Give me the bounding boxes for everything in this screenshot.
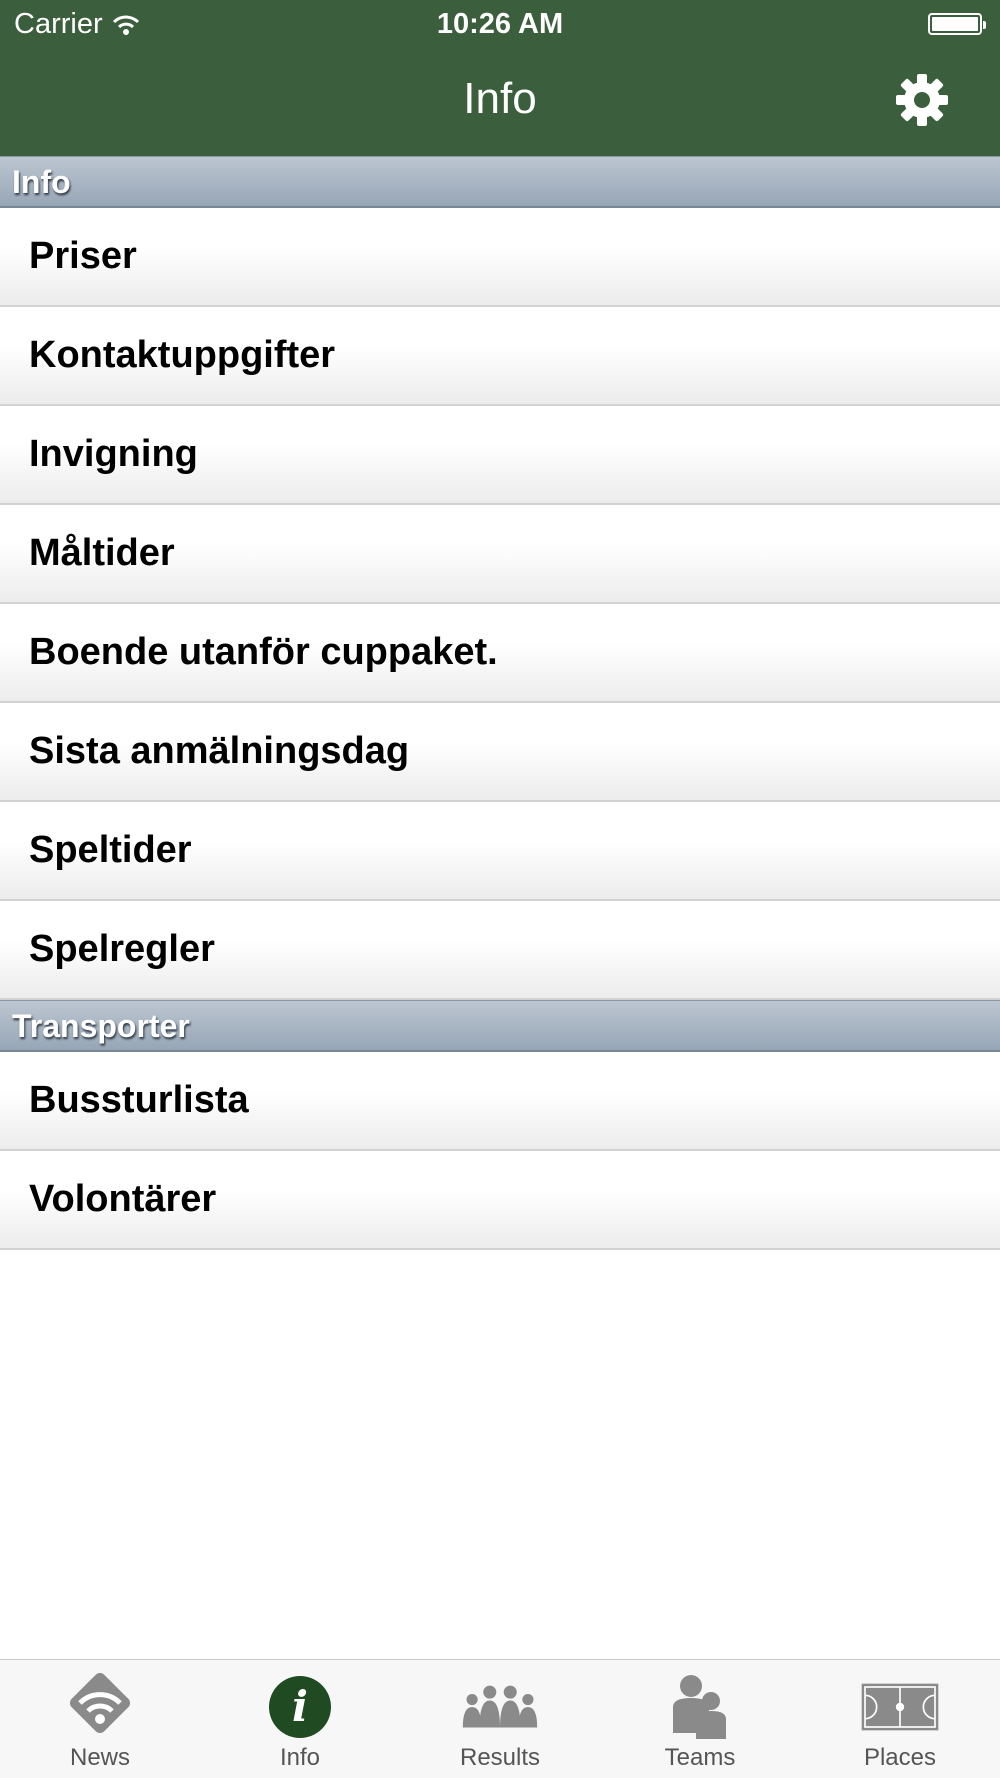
info-list: Info Priser Kontaktuppgifter Invigning M… [0, 156, 1000, 1250]
list-item-invigning[interactable]: Invigning [0, 406, 1000, 505]
list-item-spelregler[interactable]: Spelregler [0, 901, 1000, 1000]
tab-teams[interactable]: Teams [600, 1660, 800, 1778]
tab-bar: News i Info Results Teams Places [0, 1659, 1000, 1778]
tab-results-label: Results [459, 1744, 541, 1771]
list-item-bussturlista[interactable]: Bussturlista [0, 1052, 1000, 1151]
teams-icon [673, 1675, 726, 1739]
list-item-maltider[interactable]: Måltider [0, 505, 1000, 604]
top-bar: Carrier 10:26 AM Info [0, 0, 1000, 156]
tab-places-label: Places [863, 1744, 937, 1771]
tab-teams-label: Teams [664, 1744, 736, 1771]
list-item-priser[interactable]: Priser [0, 208, 1000, 307]
tab-news-label: News [69, 1744, 130, 1771]
list-item-volontarer[interactable]: Volontärer [0, 1151, 1000, 1250]
page-title: Info [463, 74, 537, 123]
gear-icon[interactable] [894, 72, 950, 128]
news-icon [69, 1673, 131, 1734]
info-icon: i [269, 1676, 331, 1738]
tab-info-label: Info [279, 1744, 321, 1771]
section-header-transporter: Transporter [0, 1000, 1000, 1052]
list-item-boende[interactable]: Boende utanför cuppaket. [0, 604, 1000, 703]
results-icon [462, 1685, 538, 1728]
list-item-kontaktuppgifter[interactable]: Kontaktuppgifter [0, 307, 1000, 406]
battery-icon [928, 13, 986, 35]
places-icon [861, 1683, 939, 1731]
tab-results[interactable]: Results [400, 1660, 600, 1778]
svg-text:i: i [292, 1682, 308, 1731]
tab-places[interactable]: Places [800, 1660, 1000, 1778]
tab-news[interactable]: News [0, 1660, 200, 1778]
tab-info[interactable]: i Info [200, 1660, 400, 1778]
list-item-speltider[interactable]: Speltider [0, 802, 1000, 901]
list-item-sista-anmalningsdag[interactable]: Sista anmälningsdag [0, 703, 1000, 802]
section-header-info: Info [0, 156, 1000, 208]
status-time: 10:26 AM [436, 8, 564, 40]
